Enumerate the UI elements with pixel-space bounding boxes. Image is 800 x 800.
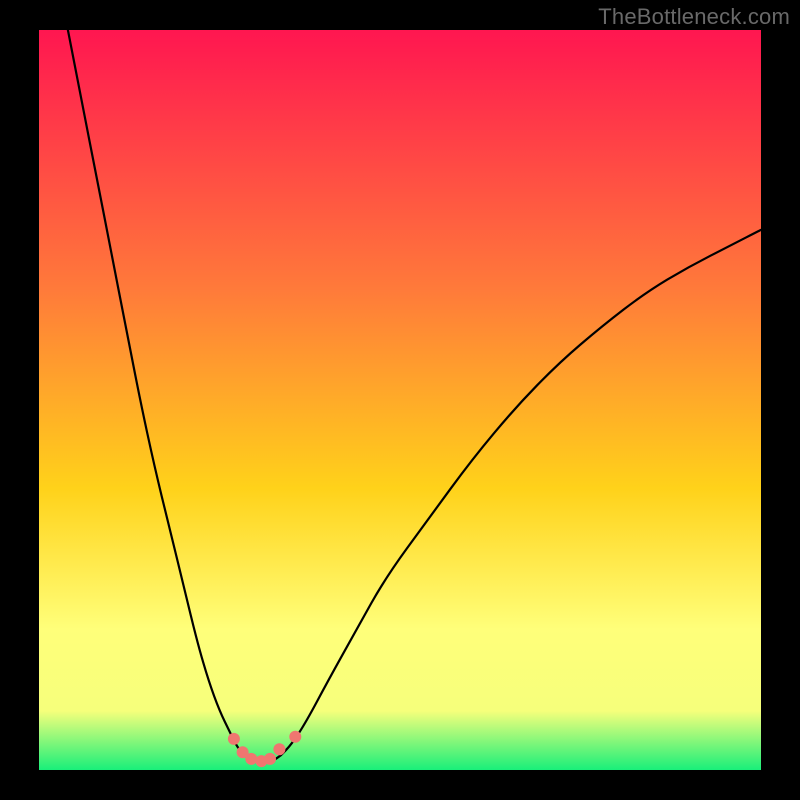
valley-marker <box>228 733 240 745</box>
plot-area <box>39 30 761 770</box>
chart-stage: TheBottleneck.com <box>0 0 800 800</box>
gradient-background <box>39 30 761 770</box>
valley-marker <box>245 753 257 765</box>
watermark-text: TheBottleneck.com <box>598 4 790 30</box>
valley-marker <box>289 731 301 743</box>
valley-marker <box>273 743 285 755</box>
valley-marker <box>264 753 276 765</box>
chart-svg <box>39 30 761 770</box>
